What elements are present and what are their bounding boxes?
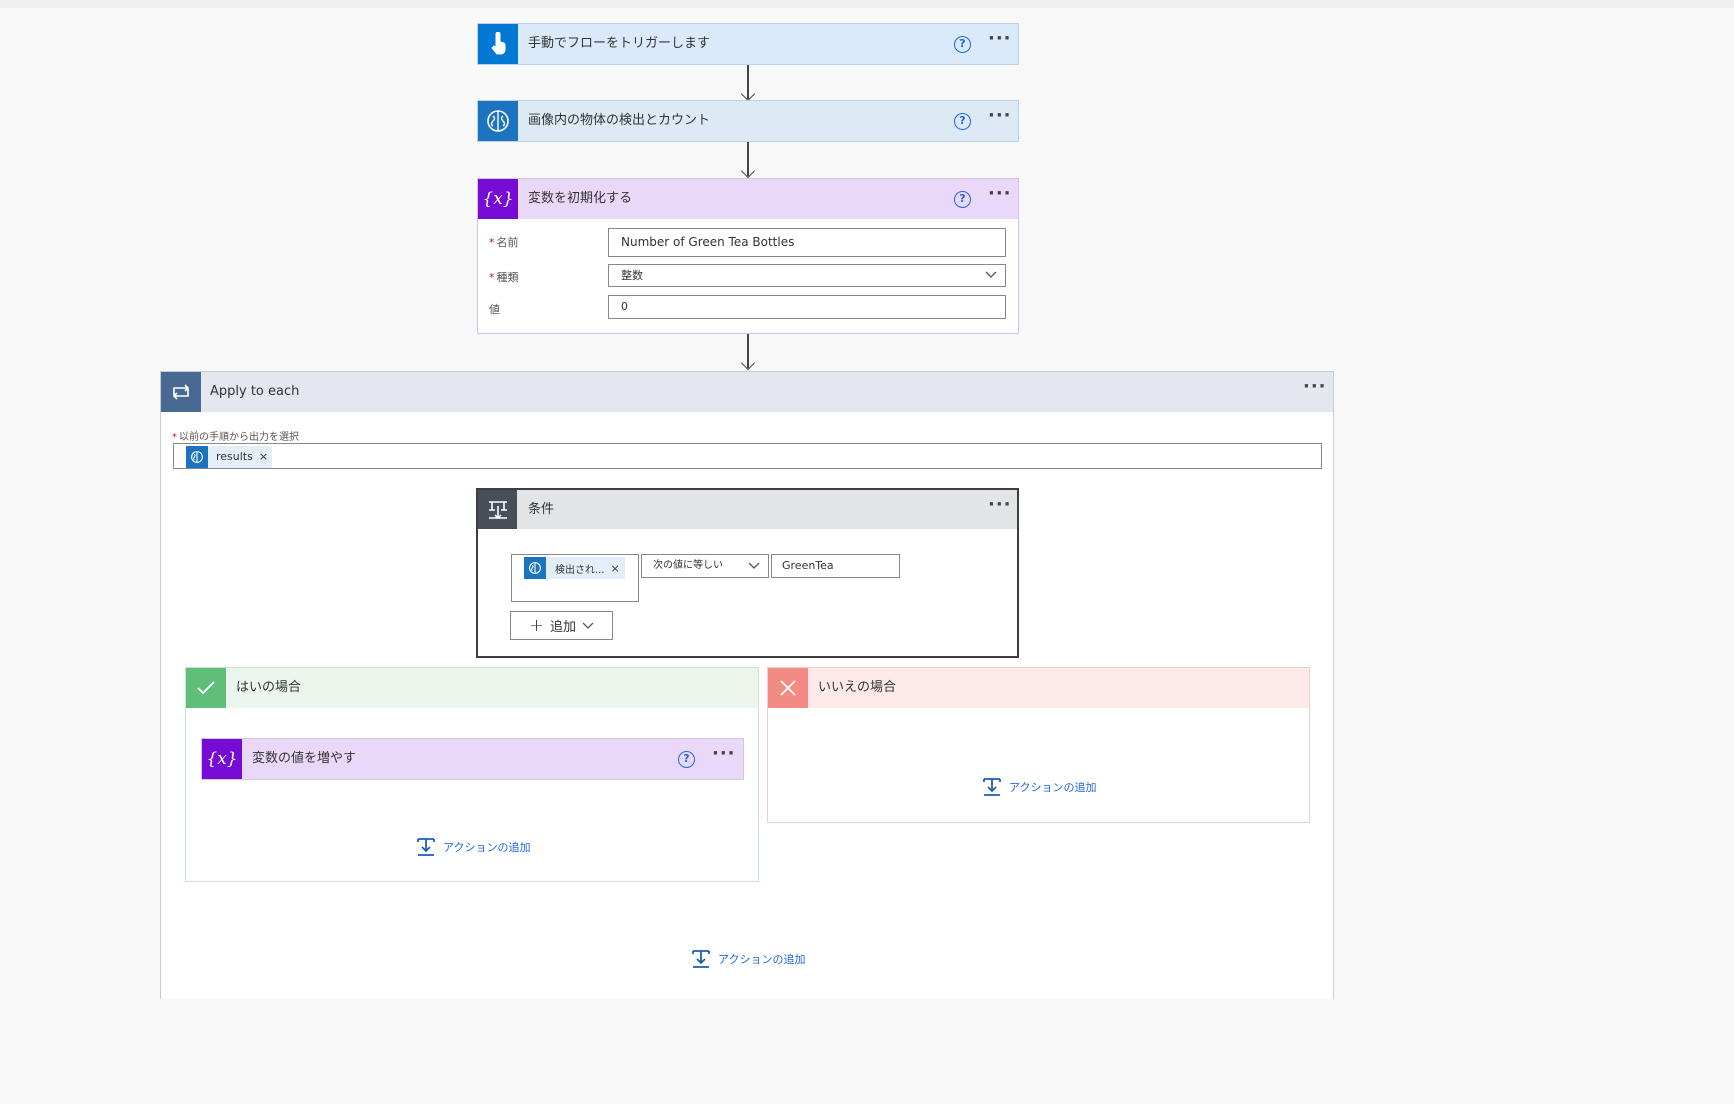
- trigger-card[interactable]: 手動でフローをトリガーします ? ···: [477, 23, 1019, 65]
- touch-icon: [478, 24, 518, 64]
- help-icon[interactable]: ?: [954, 191, 971, 208]
- variable-icon: {x}: [478, 179, 518, 219]
- more-options-icon[interactable]: ···: [988, 185, 1012, 203]
- trigger-title: 手動でフローをトリガーします: [528, 36, 711, 51]
- variable-icon: {x}: [202, 739, 242, 779]
- checkmark-icon: [186, 668, 226, 708]
- condition-card[interactable]: 条件 ··· 検出され... × 次の値に等しい GreenTea + 追加: [476, 488, 1019, 658]
- variable-type-value: 整数: [621, 269, 643, 282]
- condition-title: 条件: [528, 502, 555, 517]
- more-options-icon[interactable]: ···: [1303, 378, 1327, 396]
- if-no-branch[interactable]: いいえの場合 アクションの追加: [767, 667, 1310, 823]
- add-action-label: アクションの追加: [1009, 781, 1097, 794]
- arrow-head-icon: [740, 86, 756, 102]
- close-icon[interactable]: ×: [611, 562, 625, 575]
- add-action-button[interactable]: アクションの追加: [983, 778, 1096, 796]
- variable-name-input[interactable]: Number of Green Tea Bottles: [608, 228, 1006, 257]
- initialize-variable-title: 変数を初期化する: [528, 191, 633, 206]
- if-yes-title: はいの場合: [236, 680, 302, 695]
- type-label: * 種類: [489, 271, 519, 284]
- condition-header[interactable]: 条件 ···: [478, 490, 1017, 529]
- name-label: * 名前: [489, 236, 519, 249]
- if-no-header[interactable]: いいえの場合: [768, 668, 1309, 708]
- operator-select[interactable]: 次の値に等しい: [641, 554, 769, 578]
- condition-left-operand[interactable]: 検出され... ×: [511, 554, 639, 602]
- operator-value: 次の値に等しい: [653, 560, 723, 571]
- variable-value-input[interactable]: 0: [608, 295, 1006, 319]
- arrow-head-icon: [740, 163, 756, 179]
- select-output-label: * 以前の手順から出力を選択: [172, 432, 299, 443]
- help-icon[interactable]: ?: [954, 113, 971, 130]
- initialize-variable-card[interactable]: {x} 変数を初期化する ? ··· * 名前 Number of Green T…: [477, 178, 1019, 334]
- chevron-down-icon: [748, 562, 760, 569]
- add-action-icon: [417, 838, 435, 856]
- brain-icon: [524, 557, 546, 579]
- add-action-label: アクションの追加: [718, 953, 806, 966]
- increment-variable-header[interactable]: {x} 変数の値を増やす ? ···: [202, 739, 743, 779]
- if-yes-header[interactable]: はいの場合: [186, 668, 758, 708]
- brain-icon: [186, 446, 208, 468]
- help-icon[interactable]: ?: [954, 36, 971, 53]
- more-options-icon[interactable]: ···: [988, 496, 1012, 514]
- variable-type-select[interactable]: 整数: [608, 264, 1006, 287]
- results-token[interactable]: results ×: [186, 446, 273, 468]
- object-detection-title: 画像内の物体の検出とカウント: [528, 113, 711, 128]
- add-action-label: アクションの追加: [443, 841, 531, 854]
- chevron-down-icon: [985, 271, 997, 278]
- increment-variable-card[interactable]: {x} 変数の値を増やす ? ···: [201, 738, 744, 780]
- apply-to-each-card[interactable]: Apply to each ··· * 以前の手順から出力を選択 results …: [160, 371, 1334, 999]
- help-icon[interactable]: ?: [678, 751, 695, 768]
- close-icon[interactable]: ×: [259, 442, 272, 472]
- loop-icon: [161, 372, 201, 412]
- trigger-header[interactable]: 手動でフローをトリガーします ? ···: [478, 24, 1018, 64]
- select-output-input[interactable]: results ×: [173, 443, 1322, 469]
- plus-icon: +: [528, 614, 545, 636]
- condition-icon: [478, 490, 517, 529]
- if-yes-branch[interactable]: はいの場合 {x} 変数の値を増やす ? ··· アクションの追加: [185, 667, 759, 882]
- object-detection-header[interactable]: 画像内の物体の検出とカウント ? ···: [478, 101, 1018, 141]
- arrow-head-icon: [740, 355, 756, 371]
- initialize-variable-header[interactable]: {x} 変数を初期化する ? ···: [478, 179, 1018, 219]
- if-no-title: いいえの場合: [818, 680, 897, 695]
- add-condition-label: 追加: [550, 620, 577, 635]
- add-action-button[interactable]: アクションの追加: [692, 950, 805, 968]
- object-detection-card[interactable]: 画像内の物体の検出とカウント ? ···: [477, 100, 1019, 142]
- detected-token-label: 検出され...: [555, 564, 605, 576]
- add-action-icon: [692, 950, 710, 968]
- value-label: 値: [489, 303, 500, 316]
- apply-to-each-title: Apply to each: [210, 384, 300, 399]
- cross-icon: [768, 668, 808, 708]
- add-action-button[interactable]: アクションの追加: [417, 838, 530, 856]
- chevron-down-icon: [582, 622, 594, 629]
- add-action-icon: [983, 778, 1001, 796]
- top-strip: [0, 0, 1734, 8]
- more-options-icon[interactable]: ···: [988, 30, 1012, 48]
- detected-token[interactable]: 検出され... ×: [524, 557, 625, 579]
- apply-to-each-header[interactable]: Apply to each ···: [161, 372, 1333, 412]
- more-options-icon[interactable]: ···: [712, 745, 736, 763]
- brain-icon: [478, 101, 518, 141]
- condition-value-input[interactable]: GreenTea: [771, 554, 900, 578]
- more-options-icon[interactable]: ···: [988, 107, 1012, 125]
- results-token-label: results: [216, 450, 253, 463]
- increment-variable-title: 変数の値を増やす: [252, 751, 357, 766]
- add-condition-button[interactable]: + 追加: [510, 611, 613, 640]
